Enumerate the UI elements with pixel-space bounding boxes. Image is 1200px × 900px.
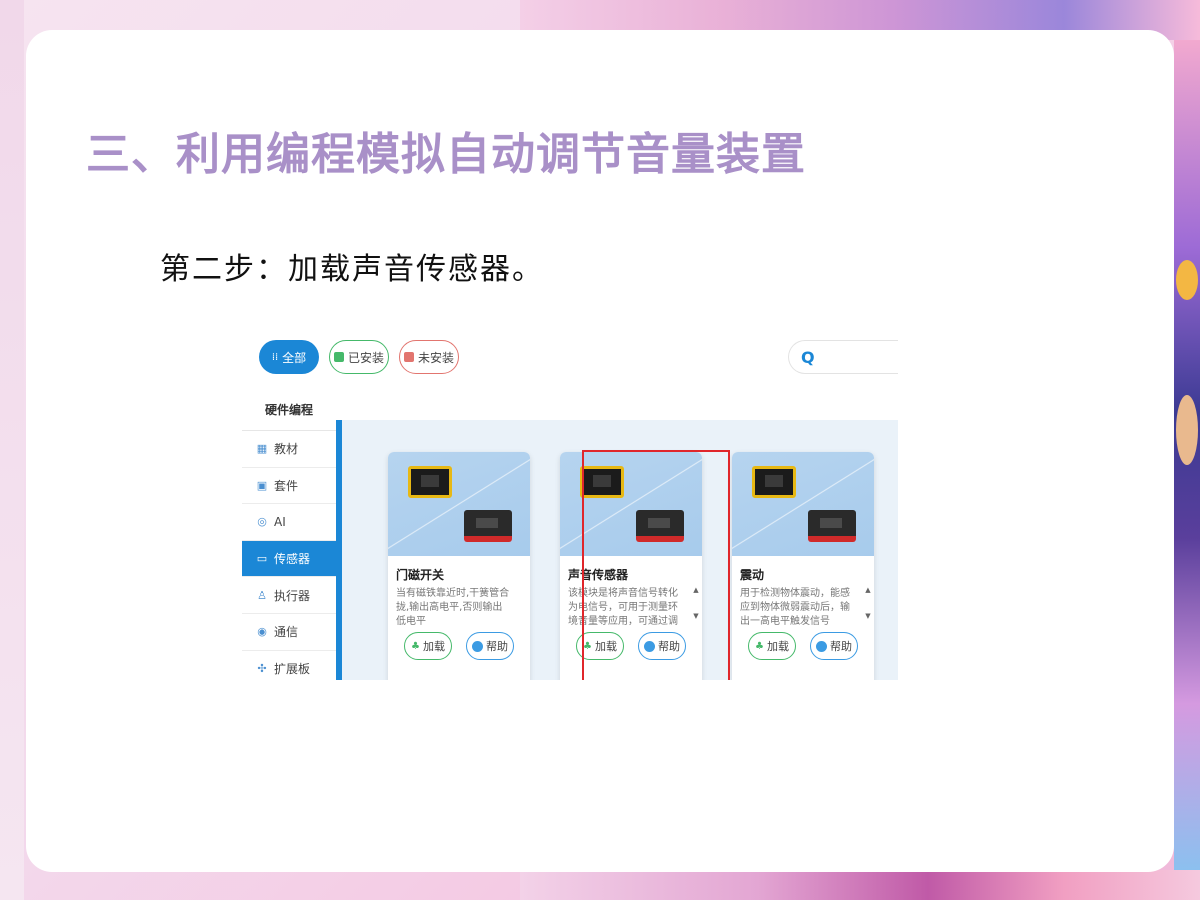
module-card[interactable]: 声音传感器 该模块是将声音信号转化为电信号，可用于测量环境音量等应用，可通过调节… xyxy=(560,452,702,680)
help-label: 帮助 xyxy=(658,640,680,653)
filter-all-label: 全部 xyxy=(282,350,307,365)
sidebar-item-label: 扩展板 xyxy=(274,661,311,676)
load-icon: ♣ xyxy=(755,640,764,652)
module-description: 该模块是将声音信号转化为电信号，可用于测量环境音量等应用，可通过调节可调电位 xyxy=(568,588,678,627)
load-icon: ♣ xyxy=(411,640,420,652)
module-image xyxy=(732,452,874,556)
sensor-icon: ▭ xyxy=(256,552,268,566)
module-block-icon xyxy=(636,510,684,542)
board-icon xyxy=(408,466,452,498)
slide-panel: 三、利用编程模拟自动调节音量装置 第二步：加载声音传感器。 ⁞⁞ 全部 已安装 … xyxy=(26,30,1174,872)
grid-icon: ⁞⁞ xyxy=(271,351,279,363)
module-card[interactable]: 门磁开关 当有磁铁靠近时,干簧管合拢,输出高电平,否则输出低电平 ♣ 加载 帮助 xyxy=(388,452,530,680)
grid-icon: ▦ xyxy=(256,442,268,456)
sidebar-item-kit[interactable]: ▣ 套件 xyxy=(242,468,336,505)
load-label: 加载 xyxy=(766,640,789,653)
ai-icon: ◎ xyxy=(257,515,267,529)
sidebar-item-label: AI xyxy=(274,514,286,529)
filter-installed-label: 已安装 xyxy=(347,350,384,365)
decorative-orb xyxy=(1176,260,1198,300)
actuator-icon: ♙ xyxy=(257,588,267,602)
module-title: 声音传感器 xyxy=(568,568,629,582)
help-icon xyxy=(644,640,655,652)
module-block-icon xyxy=(464,510,512,542)
sidebar-item-label: 教材 xyxy=(274,442,299,457)
module-block-icon xyxy=(808,510,856,542)
kit-icon: ▣ xyxy=(256,478,268,492)
module-description: 当有磁铁靠近时,干簧管合拢,输出高电平,否则输出低电平 xyxy=(396,588,510,627)
decorative-orb xyxy=(1176,395,1198,465)
category-sidebar: 硬件编程 ▦ 教材 ▣ 套件 ◎ AI ▭ 传感器 ♙ 执行器 ◉ 通信 ✣ 扩… xyxy=(242,389,336,680)
filter-installed-button[interactable]: 已安装 xyxy=(329,340,389,374)
load-button[interactable]: ♣ 加载 xyxy=(748,632,796,660)
sidebar-item-ai[interactable]: ◎ AI xyxy=(242,504,336,541)
module-image xyxy=(560,452,702,556)
module-card[interactable]: 震动 用于检测物体震动，能感应到物体微弱震动后，输出一高电平触发信号 ▲ ▼ ♣ … xyxy=(732,452,874,680)
help-icon xyxy=(816,640,827,652)
board-icon xyxy=(580,466,624,498)
scroll-arrows-icon[interactable]: ▲ ▼ xyxy=(864,586,872,620)
module-title: 门磁开关 xyxy=(396,568,445,582)
load-button[interactable]: ♣ 加载 xyxy=(576,632,624,660)
sidebar-item-label: 套件 xyxy=(274,478,299,493)
uninstalled-tag-icon xyxy=(403,352,414,362)
sidebar-item-label: 通信 xyxy=(274,625,299,640)
sidebar-item-expansion[interactable]: ✣ 扩展板 xyxy=(242,651,336,680)
sidebar-header: 硬件编程 xyxy=(242,389,336,431)
embedded-screenshot: ⁞⁞ 全部 已安装 未安装 Q 硬件编程 ▦ 教材 ▣ 套件 ◎ AI ▭ 传感… xyxy=(242,334,898,680)
sidebar-item-textbook[interactable]: ▦ 教材 xyxy=(242,431,336,468)
help-label: 帮助 xyxy=(830,640,852,653)
background-left-strip xyxy=(0,0,24,900)
scroll-arrows-icon[interactable]: ▲ ▼ xyxy=(692,586,700,620)
filter-uninstalled-button[interactable]: 未安装 xyxy=(399,340,459,374)
help-button[interactable]: 帮助 xyxy=(466,632,514,660)
load-icon: ♣ xyxy=(583,640,592,652)
load-button[interactable]: ♣ 加载 xyxy=(404,632,452,660)
slide-subtitle: 第二步：加载声音传感器。 xyxy=(160,252,544,287)
communication-icon: ◉ xyxy=(257,625,267,639)
installed-tag-icon xyxy=(333,352,344,362)
filter-all-button[interactable]: ⁞⁞ 全部 xyxy=(259,340,319,374)
sidebar-item-label: 传感器 xyxy=(274,552,311,567)
load-label: 加载 xyxy=(594,640,617,653)
sidebar-item-actuator[interactable]: ♙ 执行器 xyxy=(242,577,336,614)
board-icon xyxy=(752,466,796,498)
search-icon: Q xyxy=(801,347,815,367)
sidebar-item-communication[interactable]: ◉ 通信 xyxy=(242,614,336,651)
sidebar-item-label: 执行器 xyxy=(274,588,311,603)
help-button[interactable]: 帮助 xyxy=(810,632,858,660)
module-description: 用于检测物体震动，能感应到物体微弱震动后，输出一高电平触发信号 xyxy=(740,588,850,627)
sidebar-item-sensor[interactable]: ▭ 传感器 xyxy=(242,540,336,578)
expansion-icon: ✣ xyxy=(257,661,267,675)
search-input[interactable]: Q xyxy=(788,340,898,374)
module-grid: 门磁开关 当有磁铁靠近时,干簧管合拢,输出高电平,否则输出低电平 ♣ 加载 帮助 xyxy=(342,420,898,680)
help-icon xyxy=(472,640,483,652)
background-bottom-decoration xyxy=(520,870,1200,900)
slide-title: 三、利用编程模拟自动调节音量装置 xyxy=(86,129,806,180)
module-title: 震动 xyxy=(740,568,765,582)
load-label: 加载 xyxy=(422,640,445,653)
module-image xyxy=(388,452,530,556)
filter-uninstalled-label: 未安装 xyxy=(417,350,454,365)
help-button[interactable]: 帮助 xyxy=(638,632,686,660)
help-label: 帮助 xyxy=(486,640,508,653)
